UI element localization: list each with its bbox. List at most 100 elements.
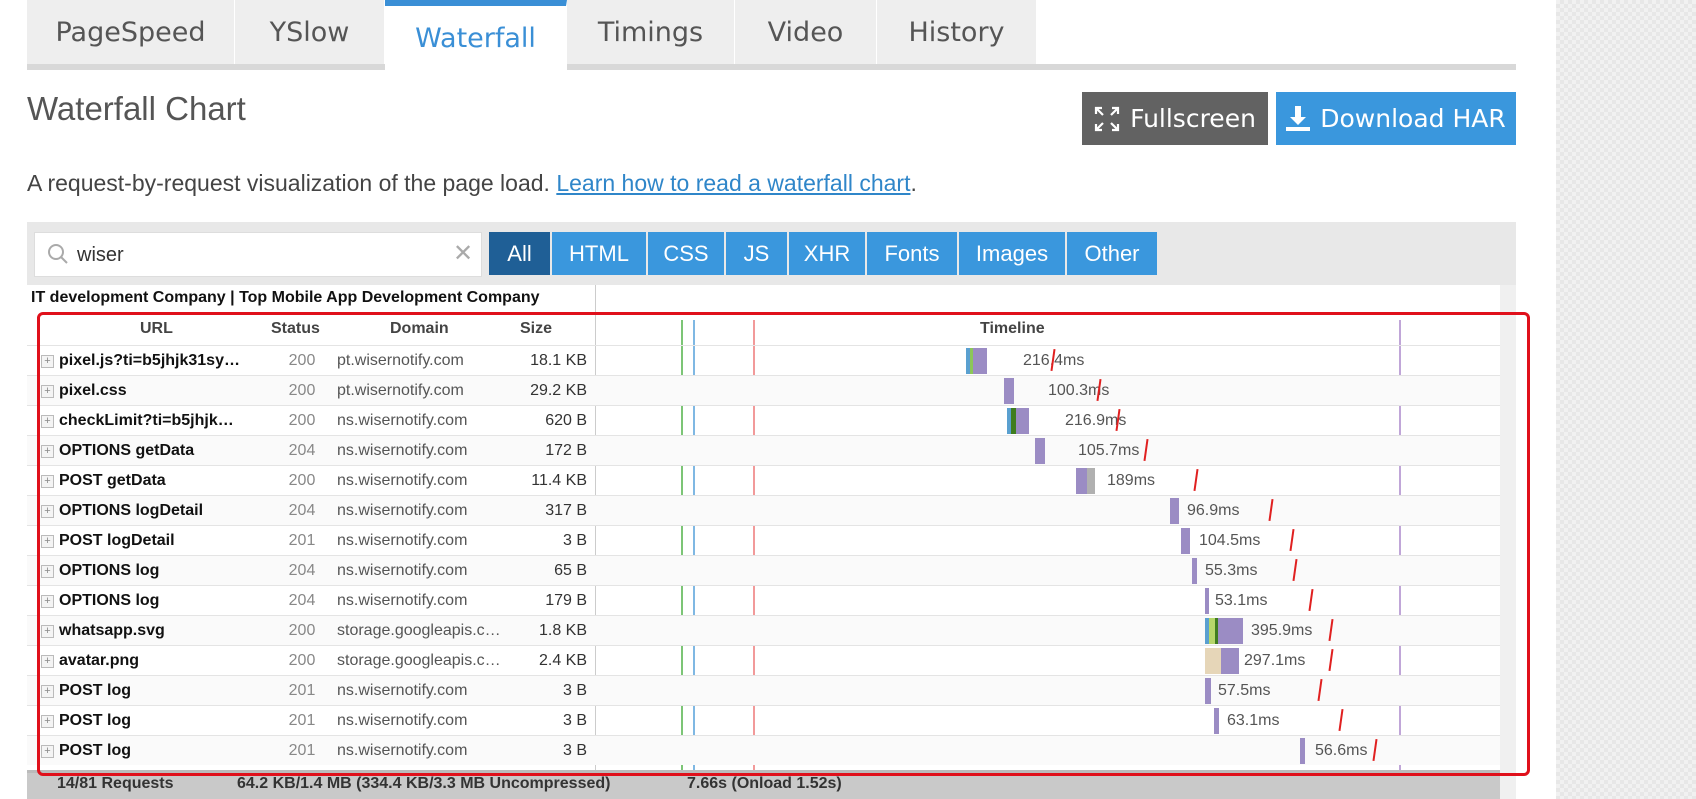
- tab-history[interactable]: History: [877, 0, 1037, 64]
- request-size: 2.4 KB: [538, 652, 587, 669]
- table-row[interactable]: + POST logDetail 201 ns.wisernotify.com 3 B 1…: [27, 525, 1500, 555]
- fullscreen-label: Fullscreen: [1130, 104, 1256, 133]
- tab-waterfall[interactable]: Waterfall: [385, 0, 567, 70]
- request-domain: ns.wisernotify.com: [337, 412, 468, 429]
- expand-row-icon[interactable]: +: [41, 505, 54, 518]
- request-duration: 395.9ms: [1251, 622, 1313, 639]
- annotation-tick: [1308, 588, 1314, 612]
- expand-row-icon[interactable]: +: [41, 685, 54, 698]
- timeline-bar[interactable]: [1218, 618, 1243, 644]
- timeline-bar[interactable]: [1205, 678, 1211, 704]
- request-size: 18.1 KB: [530, 352, 587, 369]
- request-size: 3 B: [562, 532, 587, 549]
- request-duration: 63.1ms: [1227, 712, 1280, 729]
- tab-yslow[interactable]: YSlow: [235, 0, 385, 64]
- filter-fonts[interactable]: Fonts: [867, 232, 957, 275]
- timeline-bar[interactable]: [1214, 708, 1219, 734]
- filter-images[interactable]: Images: [959, 232, 1065, 275]
- timeline-bar[interactable]: [1205, 588, 1209, 614]
- timeline-bar[interactable]: [1087, 468, 1095, 494]
- timeline-bar[interactable]: [1004, 378, 1014, 404]
- table-row[interactable]: + POST log 201 ns.wisernotify.com 3 B 56.6ms: [27, 735, 1500, 765]
- timeline-bar[interactable]: [1205, 648, 1221, 674]
- request-size: 179 B: [545, 592, 587, 609]
- expand-row-icon[interactable]: +: [41, 385, 54, 398]
- filter-html[interactable]: HTML: [552, 232, 646, 275]
- request-domain: ns.wisernotify.com: [337, 442, 468, 459]
- table-row[interactable]: + pixel.js?ti=b5jhjk31sy… 200 pt.wisernotif…: [27, 345, 1500, 375]
- request-domain: storage.googleapis.c…: [337, 652, 501, 669]
- header-timeline: Timeline: [980, 320, 1045, 337]
- table-row[interactable]: + whatsapp.svg 200 storage.googleapis.c… 1.8…: [27, 615, 1500, 645]
- request-size: 3 B: [562, 742, 587, 759]
- expand-row-icon[interactable]: +: [41, 745, 54, 758]
- expand-row-icon[interactable]: +: [41, 655, 54, 668]
- header-domain[interactable]: Domain: [390, 320, 449, 338]
- table-row[interactable]: + OPTIONS logDetail 204 ns.wisernotify.com 3…: [27, 495, 1500, 525]
- filter-css[interactable]: CSS: [648, 232, 724, 275]
- timeline-bar[interactable]: [1016, 408, 1029, 434]
- header-size[interactable]: Size: [520, 320, 552, 338]
- table-row[interactable]: + avatar.png 200 storage.googleapis.c… 2.4 K…: [27, 645, 1500, 675]
- table-row[interactable]: + checkLimit?ti=b5jhjk… 200 ns.wisernotify.…: [27, 405, 1500, 435]
- header-status[interactable]: Status: [271, 320, 320, 338]
- request-domain: ns.wisernotify.com: [337, 502, 468, 519]
- expand-row-icon[interactable]: +: [41, 445, 54, 458]
- clear-search-icon[interactable]: ✕: [453, 239, 473, 267]
- table-scrollbar[interactable]: [1500, 285, 1516, 799]
- table-row[interactable]: + OPTIONS log 204 ns.wisernotify.com 179 B 53…: [27, 585, 1500, 615]
- page-title: Waterfall Chart: [27, 90, 246, 127]
- table-row[interactable]: + POST getData 200 ns.wisernotify.com 11.4 K…: [27, 465, 1500, 495]
- request-domain: ns.wisernotify.com: [337, 712, 468, 729]
- summary-requests: 14/81 Requests: [57, 775, 174, 792]
- tab-pagespeed[interactable]: PageSpeed: [27, 0, 235, 64]
- timeline-bar[interactable]: [1221, 648, 1239, 674]
- request-duration: 53.1ms: [1215, 592, 1268, 609]
- filter-js[interactable]: JS: [726, 232, 787, 275]
- timeline-bar[interactable]: [973, 348, 987, 374]
- timeline-bar[interactable]: [1192, 558, 1197, 584]
- timeline-bar[interactable]: [1300, 738, 1305, 764]
- request-status: 204: [288, 442, 316, 459]
- download-har-button[interactable]: Download HAR: [1276, 92, 1516, 145]
- tabs-underline: [27, 64, 1516, 70]
- request-status: 200: [288, 472, 316, 489]
- expand-row-icon[interactable]: +: [41, 595, 54, 608]
- expand-row-icon[interactable]: +: [41, 475, 54, 488]
- request-url: OPTIONS log: [59, 592, 160, 609]
- filter-all[interactable]: All: [489, 232, 550, 275]
- expand-row-icon[interactable]: +: [41, 415, 54, 428]
- request-status: 200: [288, 412, 316, 429]
- search-box: ✕: [34, 232, 482, 277]
- request-size: 1.8 KB: [538, 622, 587, 639]
- summary-time: 7.66s (Onload 1.52s): [687, 775, 842, 792]
- header-url[interactable]: URL: [140, 320, 173, 338]
- filter-xhr[interactable]: XHR: [789, 232, 865, 275]
- table-row[interactable]: + POST log 201 ns.wisernotify.com 3 B 63.1ms: [27, 705, 1500, 735]
- expand-row-icon[interactable]: +: [41, 715, 54, 728]
- learn-waterfall-link[interactable]: Learn how to read a waterfall chart: [556, 170, 910, 196]
- search-input[interactable]: [75, 239, 439, 271]
- timeline-bar[interactable]: [1076, 468, 1087, 494]
- request-domain: storage.googleapis.c…: [337, 622, 501, 639]
- fullscreen-button[interactable]: Fullscreen: [1082, 92, 1268, 145]
- tab-video[interactable]: Video: [735, 0, 877, 64]
- request-url: avatar.png: [59, 652, 140, 669]
- expand-row-icon[interactable]: +: [41, 355, 54, 368]
- timeline-bar[interactable]: [1170, 498, 1179, 524]
- filter-other[interactable]: Other: [1067, 232, 1157, 275]
- request-domain: ns.wisernotify.com: [337, 592, 468, 609]
- expand-row-icon[interactable]: +: [41, 625, 54, 638]
- timeline-bar[interactable]: [1035, 438, 1045, 464]
- expand-row-icon[interactable]: +: [41, 565, 54, 578]
- expand-row-icon[interactable]: +: [41, 535, 54, 548]
- table-row[interactable]: + POST log 201 ns.wisernotify.com 3 B 57.5ms: [27, 675, 1500, 705]
- table-row[interactable]: + OPTIONS log 204 ns.wisernotify.com 65 B 55.…: [27, 555, 1500, 585]
- summary-bar: 14/81 Requests 64.2 KB/1.4 MB (334.4 KB/…: [27, 770, 1500, 799]
- request-url: POST log: [59, 682, 131, 699]
- table-row[interactable]: + pixel.css 200 pt.wisernotify.com 29.2 KB 10…: [27, 375, 1500, 405]
- timeline-bar[interactable]: [1181, 528, 1190, 554]
- table-row[interactable]: + OPTIONS getData 204 ns.wisernotify.com 172…: [27, 435, 1500, 465]
- request-url: pixel.js?ti=b5jhjk31sy…: [59, 352, 240, 369]
- tab-timings[interactable]: Timings: [567, 0, 735, 64]
